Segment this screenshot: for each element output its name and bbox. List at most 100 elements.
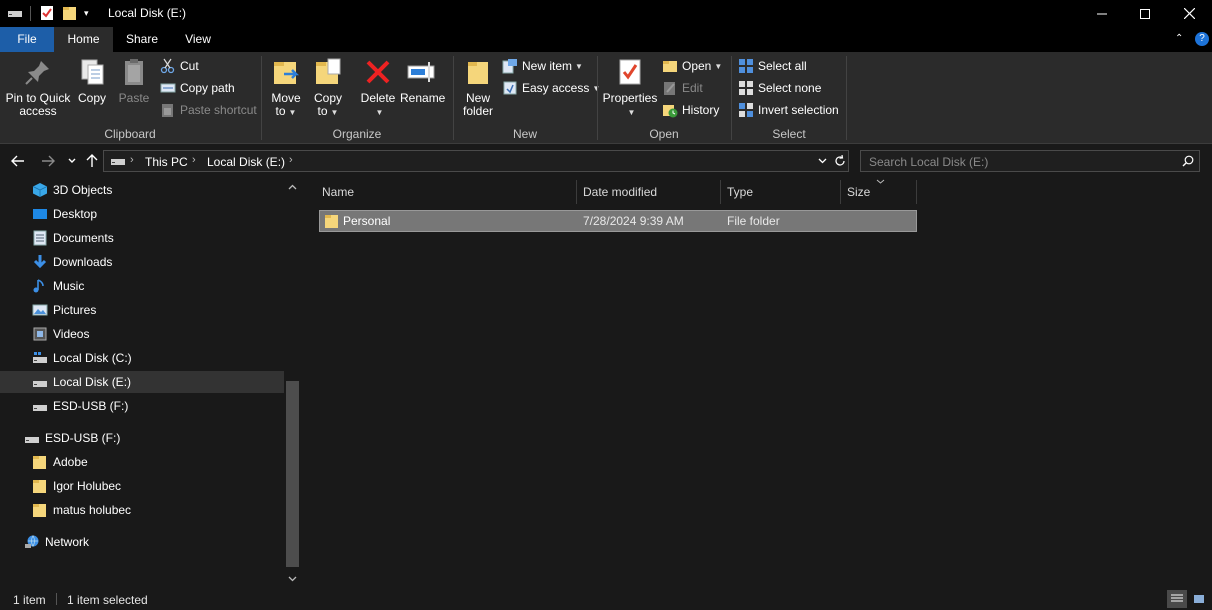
column-header-size[interactable]: Size: [847, 178, 870, 206]
paste-button[interactable]: Paste: [116, 56, 152, 105]
table-row[interactable]: Personal 7/28/2024 9:39 AM File folder: [319, 210, 917, 232]
new-item-button[interactable]: New item ▼: [502, 56, 583, 76]
invert-selection-icon: [739, 103, 753, 117]
ribbon-separator: [846, 56, 847, 140]
organize-group: Move to ▼ Copy to ▼ Delete ▼ Rename Organi…: [262, 52, 452, 144]
customize-toolbar-icon[interactable]: ▾: [84, 5, 89, 21]
collapse-ribbon-icon[interactable]: ⌃: [1175, 33, 1183, 44]
edit-button[interactable]: Edit: [662, 78, 703, 98]
nav-item-esd-usb-f[interactable]: ESD-USB (F:): [0, 395, 284, 417]
new-folder-button[interactable]: New folder: [458, 56, 498, 118]
move-to-label-line2: to: [275, 104, 286, 118]
close-button[interactable]: [1166, 0, 1212, 27]
paste-label: Paste: [118, 91, 150, 105]
copy-to-label-line1: Copy: [313, 91, 342, 105]
breadcrumb-this-pc[interactable]: This PC: [145, 155, 188, 169]
nav-item-matus-holubec[interactable]: matus holubec: [0, 499, 284, 521]
search-box[interactable]: Search Local Disk (E:): [860, 150, 1200, 172]
rename-button[interactable]: Rename: [400, 56, 445, 105]
tab-view[interactable]: View: [171, 27, 225, 52]
back-button[interactable]: [8, 151, 28, 171]
breadcrumb-local-disk-e[interactable]: Local Disk (E:): [207, 155, 285, 169]
cut-button[interactable]: Cut: [160, 56, 199, 76]
copy-to-button[interactable]: Copy to ▼: [308, 56, 348, 119]
open-button[interactable]: Open ▼: [662, 56, 722, 76]
delete-icon: [366, 60, 390, 84]
column-separator[interactable]: [840, 180, 841, 204]
tab-file[interactable]: File: [0, 27, 54, 52]
nav-item-adobe[interactable]: Adobe: [0, 451, 284, 473]
column-header-date-modified[interactable]: Date modified: [583, 178, 657, 206]
large-icons-view-icon: [1194, 595, 1204, 603]
scroll-up-icon[interactable]: [288, 184, 297, 190]
column-separator[interactable]: [576, 180, 577, 204]
history-button[interactable]: History: [662, 100, 719, 120]
column-separator[interactable]: [916, 180, 917, 204]
move-to-button[interactable]: Move to ▼: [266, 56, 306, 119]
back-arrow-icon: [11, 155, 24, 167]
nav-item-label: Pictures: [53, 303, 97, 317]
details-view-icon: [1171, 594, 1183, 602]
dropdown-arrow-icon: ▼: [627, 108, 636, 117]
cut-label: Cut: [180, 59, 199, 73]
up-button[interactable]: [82, 151, 102, 171]
tab-share[interactable]: Share: [113, 27, 171, 52]
dropdown-arrow-icon: ▼: [330, 108, 339, 117]
new-folder-quick-icon[interactable]: [62, 5, 78, 21]
large-icons-view-button[interactable]: [1189, 590, 1209, 608]
select-group: Select all Select none Invert selection …: [732, 52, 846, 144]
recent-locations-button[interactable]: [62, 151, 82, 171]
folder-icon: [33, 480, 46, 493]
scroll-down-icon[interactable]: [288, 576, 297, 582]
nav-item-label: Adobe: [53, 455, 88, 469]
nav-item-local-disk-e[interactable]: Local Disk (E:): [0, 371, 284, 393]
tab-home[interactable]: Home: [54, 27, 113, 52]
paste-shortcut-button[interactable]: Paste shortcut: [160, 100, 257, 120]
pin-to-quick-access-button[interactable]: Pin to Quick access: [4, 56, 72, 118]
invert-selection-button[interactable]: Invert selection: [738, 100, 839, 120]
properties-button[interactable]: Properties ▼: [602, 56, 658, 119]
nav-item-music[interactable]: Music: [0, 275, 284, 297]
nav-item-desktop[interactable]: Desktop: [0, 203, 284, 225]
ribbon: Pin to Quick access Copy Paste Cut Copy …: [0, 52, 1212, 144]
history-icon: [663, 105, 678, 118]
history-label: History: [682, 103, 720, 117]
maximize-icon: [1140, 8, 1150, 19]
nav-item-3d-objects[interactable]: 3D Objects: [0, 179, 284, 201]
nav-item-esd-usb-f-root[interactable]: ESD-USB (F:): [0, 427, 284, 449]
nav-item-network[interactable]: Network: [0, 531, 284, 553]
forward-button[interactable]: [38, 151, 58, 171]
search-input[interactable]: Search Local Disk (E:): [869, 155, 988, 169]
properties-quick-icon[interactable]: [40, 5, 54, 21]
copy-path-label: Copy path: [180, 81, 235, 95]
easy-access-button[interactable]: Easy access▼: [502, 78, 600, 98]
column-header-name[interactable]: Name: [322, 178, 354, 206]
nav-item-label: Igor Holubec: [53, 479, 122, 493]
nav-item-local-disk-c[interactable]: Local Disk (C:): [0, 347, 284, 369]
delete-button[interactable]: Delete ▼: [358, 56, 398, 119]
copy-path-button[interactable]: Copy path: [160, 78, 235, 98]
help-icon[interactable]: ?: [1195, 32, 1209, 46]
nav-item-downloads[interactable]: Downloads: [0, 251, 284, 273]
maximize-button[interactable]: [1122, 0, 1168, 27]
drive-icon: [7, 5, 23, 21]
nav-item-label: Network: [45, 535, 90, 549]
select-all-label: Select all: [758, 59, 807, 73]
address-bar[interactable]: › This PC › Local Disk (E:) ›: [103, 150, 849, 172]
refresh-icon[interactable]: [834, 155, 846, 167]
scrollbar-thumb[interactable]: [286, 381, 299, 567]
select-all-button[interactable]: Select all: [738, 56, 807, 76]
nav-item-videos[interactable]: Videos: [0, 323, 284, 345]
copy-button[interactable]: Copy: [74, 56, 110, 105]
nav-item-documents[interactable]: Documents: [0, 227, 284, 249]
nav-item-pictures[interactable]: Pictures: [0, 299, 284, 321]
details-view-button[interactable]: [1167, 590, 1187, 608]
nav-item-label: ESD-USB (F:): [53, 399, 129, 413]
column-header-type[interactable]: Type: [727, 178, 753, 206]
address-dropdown-icon[interactable]: [818, 158, 827, 164]
nav-item-igor-holubec[interactable]: Igor Holubec: [0, 475, 284, 497]
minimize-button[interactable]: [1079, 0, 1125, 27]
column-separator[interactable]: [720, 180, 721, 204]
paste-icon: [125, 59, 143, 85]
select-none-button[interactable]: Select none: [738, 78, 821, 98]
